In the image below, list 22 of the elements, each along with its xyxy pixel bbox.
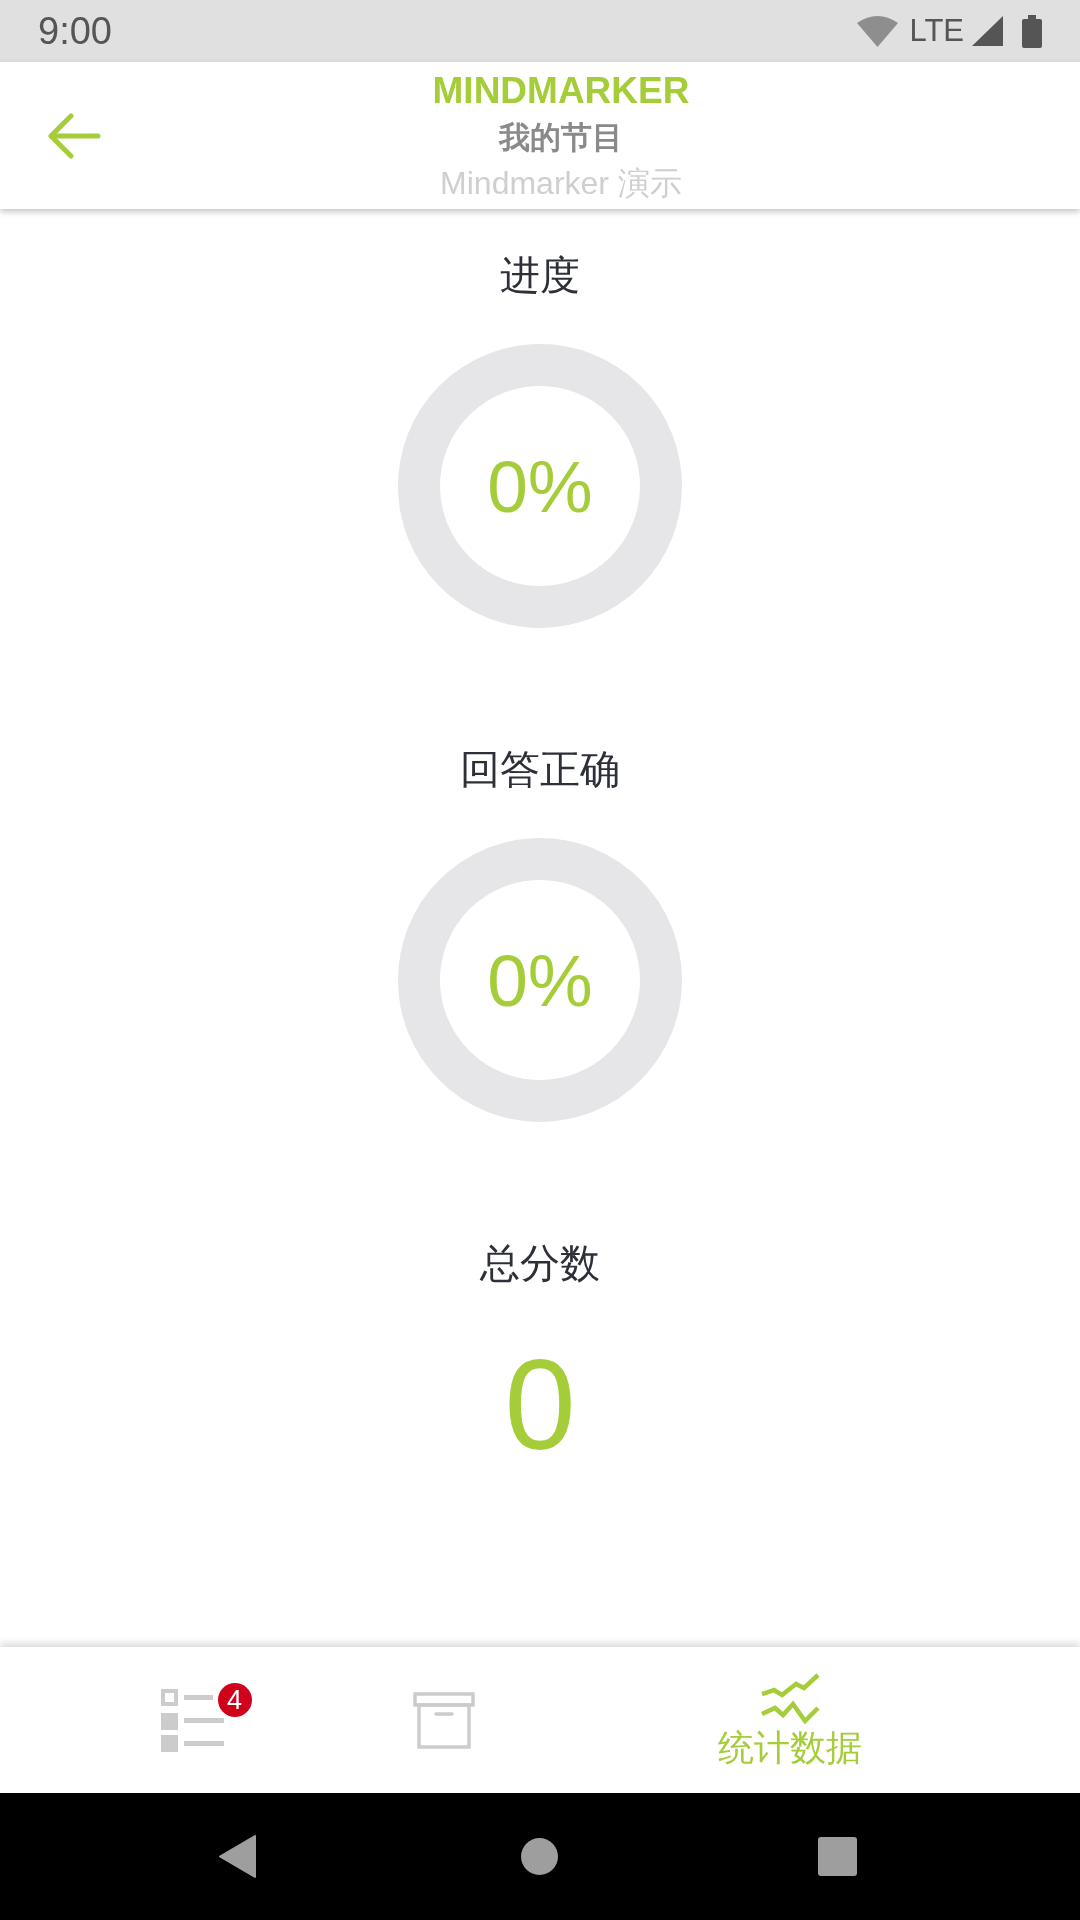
status-time: 9:00 <box>38 9 112 53</box>
nav-tab[interactable]: 4 <box>66 1647 318 1793</box>
percent-value: 0% <box>487 943 593 1017</box>
total-score-value: 0 <box>504 1341 576 1469</box>
zigzag-chart-icon <box>760 1672 820 1724</box>
notification-count: 4 <box>217 1682 252 1717</box>
stat-label: 总分数 <box>480 1239 600 1287</box>
wifi-icon <box>857 15 899 47</box>
percent-value: 0% <box>487 449 593 523</box>
network-type: LTE <box>909 13 964 49</box>
stat-label: 回答正确 <box>460 745 620 793</box>
stat-label: 进度 <box>500 251 580 299</box>
back-arrow-icon <box>47 112 101 159</box>
battery-icon <box>1022 14 1042 48</box>
signal-icon <box>972 16 1003 46</box>
nav-back-icon[interactable] <box>219 1835 257 1878</box>
nav-recents-icon[interactable] <box>818 1837 857 1876</box>
archive-box-icon <box>413 1691 475 1749</box>
page-title: 我的节目 <box>499 118 623 157</box>
brand-name: MINDMARKER <box>432 69 690 113</box>
nav-home-icon[interactable] <box>521 1838 558 1875</box>
list-icon <box>160 1688 224 1752</box>
